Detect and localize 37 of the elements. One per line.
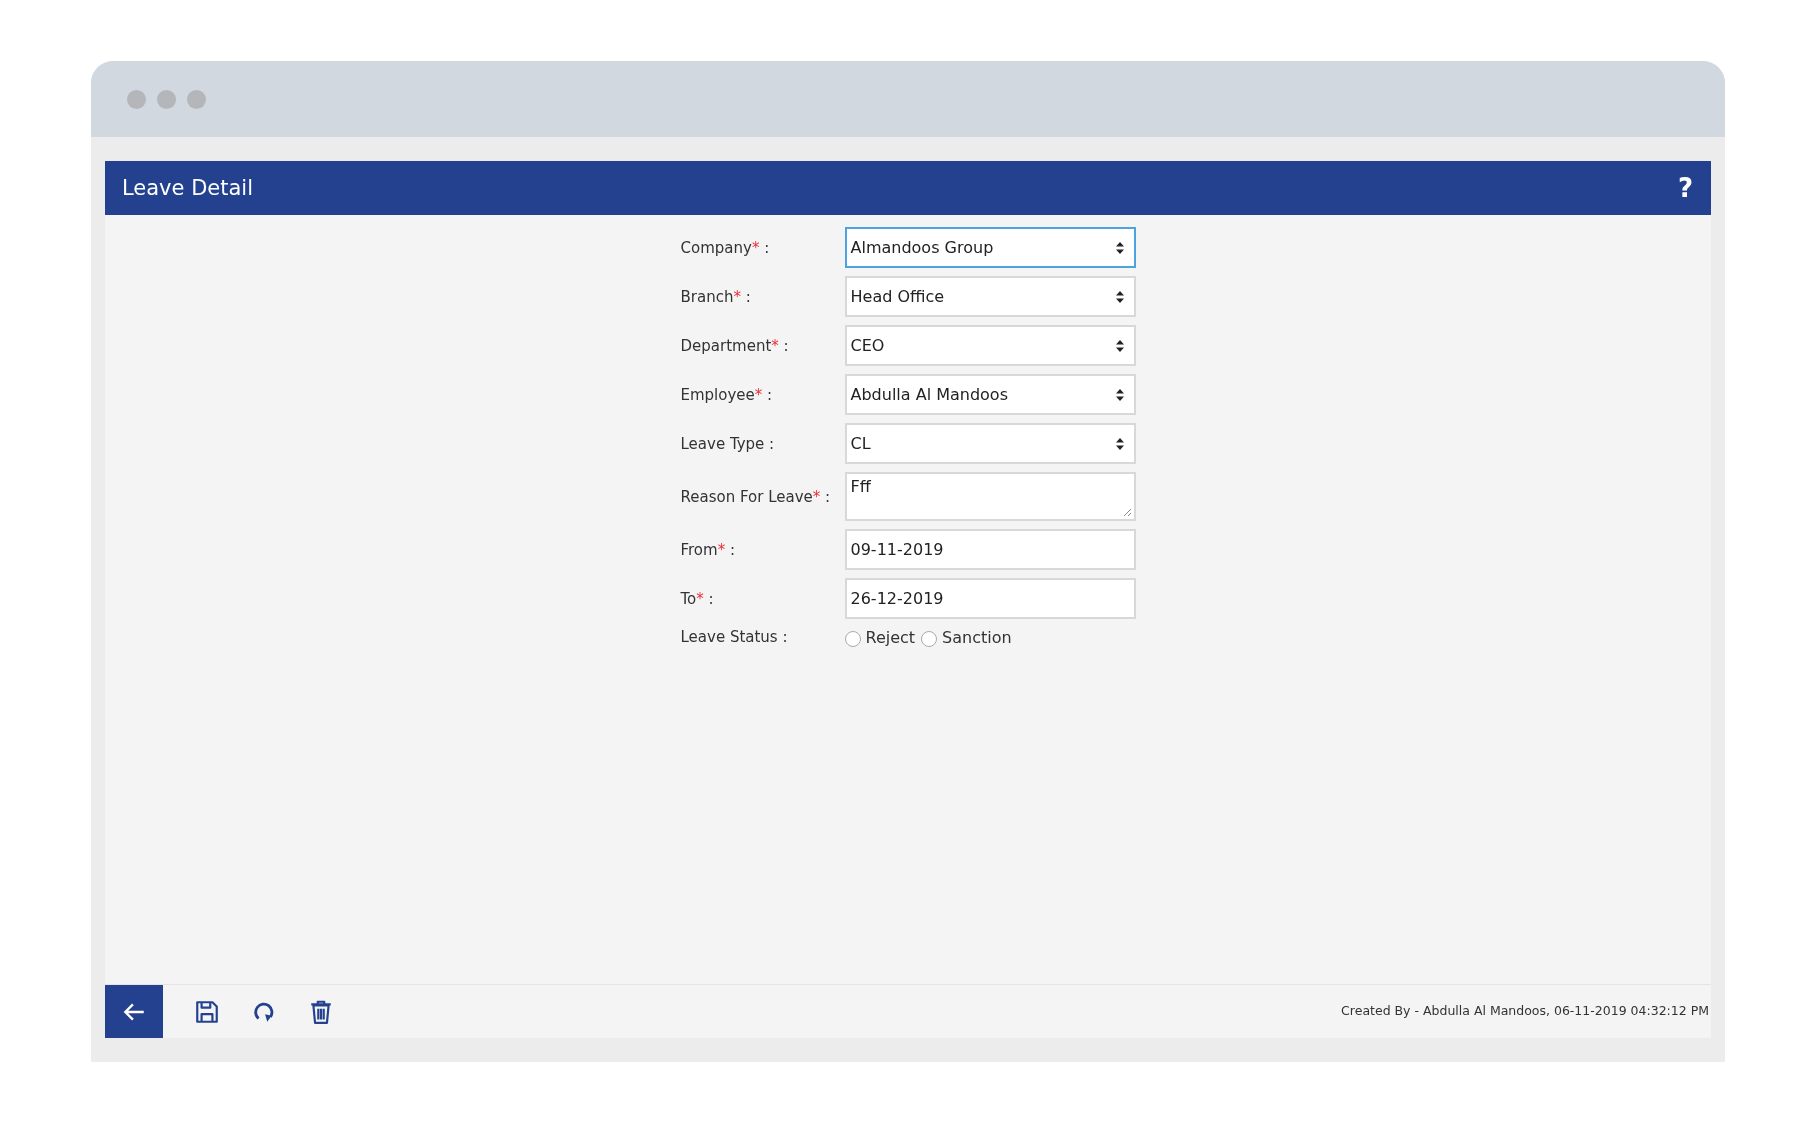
created-by-text: Created By - Abdulla Al Mandoos, 06-11-2019 04:32:12 PM (1341, 1003, 1709, 1018)
save-button[interactable] (194, 998, 220, 1025)
form-label: Leave Type : (680, 434, 776, 453)
text-area[interactable]: Fff (844, 472, 1136, 521)
form-label: To* : (680, 589, 715, 608)
form-label: Branch* : (680, 287, 752, 306)
form-label: Reason For Leave* : (680, 487, 832, 506)
resize-grip-icon (1121, 507, 1132, 517)
sort-arrows-icon (1115, 437, 1124, 450)
window-dot-icon (127, 89, 146, 109)
select-field[interactable]: Abdulla Al Mandoos (844, 374, 1136, 415)
select-field[interactable]: CEO (844, 325, 1136, 366)
help-button[interactable]: ? (1671, 173, 1699, 203)
date-field[interactable]: 26-12-2019 (844, 578, 1136, 619)
delete-button[interactable] (308, 998, 334, 1025)
form-label: Company* : (680, 238, 771, 257)
back-button[interactable] (105, 985, 163, 1038)
radio-button[interactable] (844, 631, 861, 647)
form-label: From* : (680, 540, 736, 559)
select-field[interactable]: CL (844, 423, 1136, 464)
radio-button[interactable] (921, 631, 938, 647)
window-dot-icon (187, 89, 206, 109)
form-label: Department* : (680, 336, 790, 355)
form-label: Leave Status : (680, 628, 789, 646)
form-label: Employee* : (680, 385, 774, 404)
select-field[interactable]: Almandoos Group (844, 227, 1136, 268)
trash-icon (308, 998, 334, 1025)
panel-title: Leave Detail (122, 176, 253, 200)
sort-arrows-icon (1115, 241, 1124, 254)
radio-label[interactable]: Sanction (942, 627, 1012, 647)
sort-arrows-icon (1115, 339, 1124, 352)
select-field[interactable]: Head Office (844, 276, 1136, 317)
window-dot-icon (157, 89, 176, 109)
sort-arrows-icon (1115, 290, 1124, 303)
date-field[interactable]: 09-11-2019 (844, 529, 1136, 570)
radio-label[interactable]: Reject (865, 627, 916, 647)
sort-arrows-icon (1115, 388, 1124, 401)
